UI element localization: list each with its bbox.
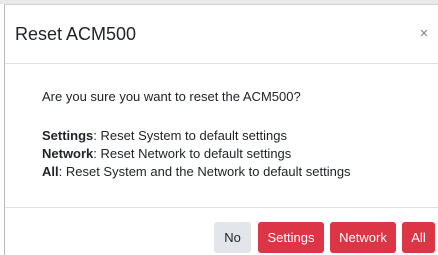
reset-dialog: Reset ACM500 Are you sure you want to re… (4, 4, 438, 255)
option-settings: Settings: Reset System to default settin… (42, 127, 351, 145)
no-button[interactable]: No (214, 222, 251, 253)
reset-options-list: Settings: Reset System to default settin… (42, 127, 351, 181)
option-name: All (42, 164, 59, 179)
option-all: All: Reset System and the Network to def… (42, 163, 351, 181)
reset-settings-button[interactable]: Settings (258, 222, 324, 253)
close-icon (416, 24, 434, 42)
reset-all-button[interactable]: All (402, 222, 435, 253)
option-network: Network: Reset Network to default settin… (42, 145, 351, 163)
option-description: : Reset Network to default settings (93, 146, 292, 161)
page: Reset ACM500 Are you sure you want to re… (0, 0, 438, 255)
dialog-body: Are you sure you want to reset the ACM50… (5, 64, 438, 208)
close-button[interactable] (416, 24, 434, 42)
option-description: : Reset System and the Network to defaul… (58, 164, 351, 179)
confirmation-question: Are you sure you want to reset the ACM50… (42, 89, 301, 104)
option-name: Network (42, 146, 94, 161)
option-description: : Reset System to default settings (93, 128, 287, 143)
dialog-footer: No Settings Network All (5, 207, 438, 255)
option-name: Settings (42, 128, 94, 143)
dialog-title: Reset ACM500 (15, 24, 137, 44)
dialog-header: Reset ACM500 (5, 5, 438, 64)
reset-network-button[interactable]: Network (330, 222, 396, 253)
